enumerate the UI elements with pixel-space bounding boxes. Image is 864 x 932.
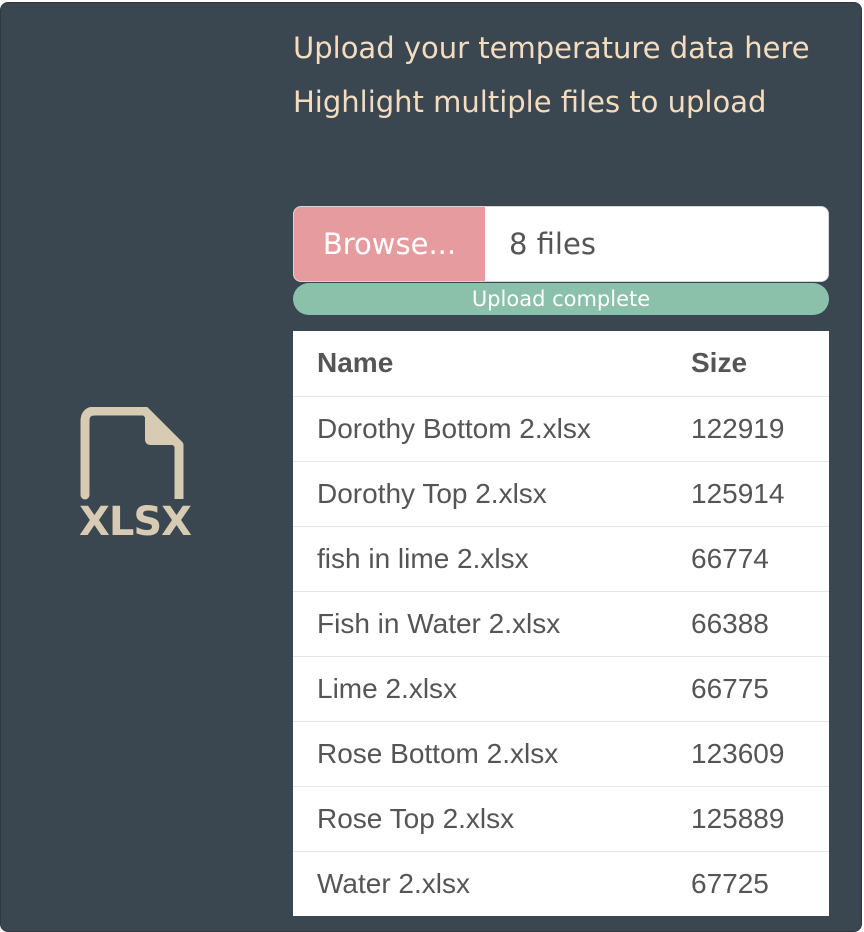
upload-panel: XLSX Upload your temperature data here H… bbox=[0, 2, 862, 932]
table-row: Fish in Water 2.xlsx 66388 bbox=[293, 591, 829, 657]
file-name-cell: Lime 2.xlsx bbox=[293, 656, 667, 722]
file-size-cell: 125889 bbox=[667, 786, 829, 852]
xlsx-label: XLSX bbox=[79, 499, 192, 545]
file-size-cell: 66774 bbox=[667, 526, 829, 592]
browse-button[interactable]: Browse... bbox=[294, 207, 485, 281]
file-name-cell: Water 2.xlsx bbox=[317, 867, 470, 899]
table-row: Lime 2.xlsx 66775 bbox=[293, 656, 829, 722]
upload-title: Upload your temperature data here bbox=[293, 31, 810, 65]
file-name-cell: Rose Bottom 2.xlsx bbox=[293, 721, 667, 787]
file-name-cell: Rose Top 2.xlsx bbox=[293, 786, 667, 852]
upload-progress-bar: Upload complete bbox=[293, 283, 829, 315]
file-size-cell: 125914 bbox=[667, 461, 829, 527]
uploaded-files-table: Name Size Dorothy Bottom 2.xlsx 122919 D… bbox=[293, 331, 829, 916]
column-header-name: Name bbox=[293, 331, 667, 397]
table-row: Water 2.xlsx 67725 bbox=[293, 851, 829, 916]
file-input[interactable]: Browse... 8 files bbox=[293, 206, 829, 282]
upload-hint: Highlight multiple files to upload bbox=[293, 85, 767, 119]
table-row: Rose Top 2.xlsx 125889 bbox=[293, 786, 829, 852]
file-size-cell: 122919 bbox=[667, 396, 829, 462]
table-header-row: Name Size bbox=[293, 331, 829, 397]
file-name-cell: Fish in Water 2.xlsx bbox=[293, 591, 667, 657]
file-count-field[interactable]: 8 files bbox=[485, 207, 828, 281]
file-size-cell: 66388 bbox=[667, 591, 829, 657]
file-xlsx-icon: XLSX bbox=[79, 407, 192, 547]
file-size-cell: 123609 bbox=[667, 721, 829, 787]
table-row: Dorothy Bottom 2.xlsx 122919 bbox=[293, 396, 829, 462]
column-header-size: Size bbox=[667, 331, 829, 397]
file-name-cell: Dorothy Bottom 2.xlsx bbox=[293, 396, 667, 462]
file-name-cell: Dorothy Top 2.xlsx bbox=[293, 461, 667, 527]
file-size-cell: 66775 bbox=[667, 656, 829, 722]
upload-content: Upload your temperature data here Highli… bbox=[293, 29, 829, 916]
file-size-cell: 67725 bbox=[691, 867, 769, 899]
upload-progress-fill: Upload complete bbox=[293, 283, 829, 315]
table-row: fish in lime 2.xlsx 66774 bbox=[293, 526, 829, 592]
table-row: Rose Bottom 2.xlsx 123609 bbox=[293, 721, 829, 787]
table-row: Dorothy Top 2.xlsx 125914 bbox=[293, 461, 829, 527]
file-name-cell: fish in lime 2.xlsx bbox=[293, 526, 667, 592]
document-icon bbox=[80, 407, 184, 500]
